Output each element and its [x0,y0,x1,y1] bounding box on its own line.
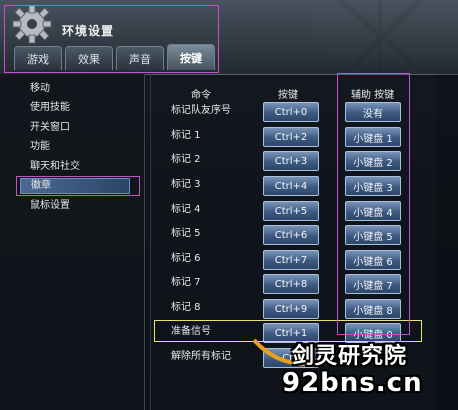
command-label: 标记 5 [171,228,201,239]
column-header-key: 按键 [278,90,298,101]
sidebar-item-mouse[interactable]: 鼠标设置 [30,199,70,213]
command-label: 标记 7 [171,277,201,288]
key-button[interactable]: Ctrl+0 [263,102,319,122]
command-label: 标记 8 [171,302,201,313]
key-button[interactable]: Ctrl+9 [263,299,319,319]
column-header-command: 命令 [191,90,211,101]
sidebar-item-skills[interactable]: 使用技能 [30,101,70,115]
command-label-clear-marks: 解除所有标记 [171,351,231,362]
panel-divider [150,74,151,410]
command-label: 标记队友序号 [171,105,231,116]
sidebar-item-functions[interactable]: 功能 [30,140,50,154]
watermark-site-name: 剑灵研究院 [292,344,408,369]
alt-key-column-highlight-box [337,73,410,335]
watermark-url: 92bns.cn [282,368,423,398]
panel-right-edge [436,74,458,410]
command-label: 标记 1 [171,130,201,141]
sidebar-highlight-box [16,176,140,196]
sidebar-item-move[interactable]: 移动 [30,82,50,96]
key-button[interactable]: Ctrl+6 [263,225,319,245]
command-label: 标记 2 [171,154,201,165]
settings-screen: 环境设置 游戏 效果 声音 按键 移动 使用技能 开关窗口 功能 聊天和社交 徽… [0,0,458,410]
key-button[interactable]: Ctrl+3 [263,151,319,171]
command-label: 标记 6 [171,253,201,264]
sidebar-item-chat-social[interactable]: 聊天和社交 [30,160,80,174]
key-button[interactable]: Ctrl+5 [263,201,319,221]
title-highlight-box [4,5,219,73]
command-label: 标记 4 [171,204,201,215]
key-button[interactable]: Ctrl+7 [263,250,319,270]
key-button[interactable]: Ctrl+2 [263,127,319,147]
key-button[interactable]: Ctrl+4 [263,176,319,196]
sidebar-item-windows[interactable]: 开关窗口 [30,121,70,135]
key-button[interactable]: Ctrl+8 [263,274,319,294]
command-label: 标记 3 [171,179,201,190]
sidebar [0,74,145,410]
